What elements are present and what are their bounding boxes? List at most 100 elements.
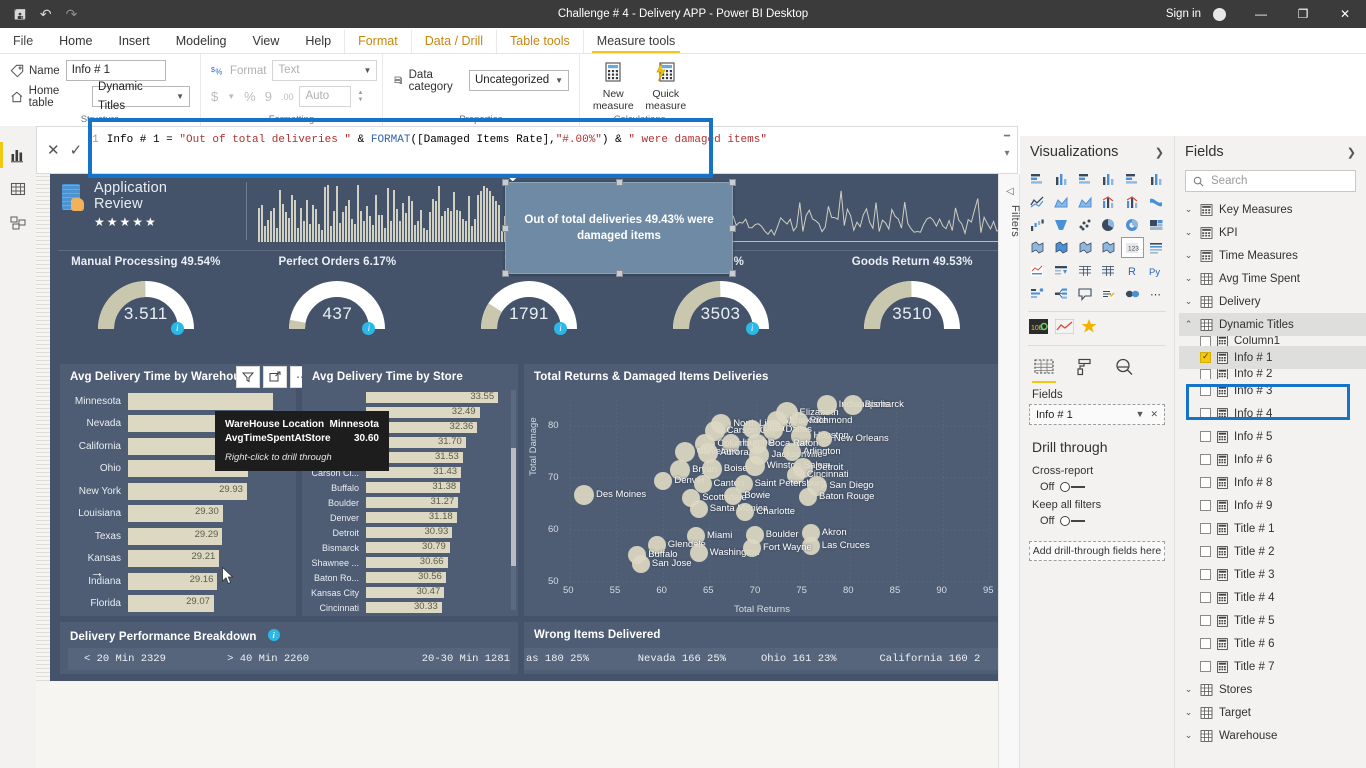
chevron-down-icon[interactable]: ⌄ (1183, 227, 1194, 238)
donut-chart-icon[interactable] (1121, 214, 1145, 235)
fields-table-key-measures[interactable]: ⌄Key Measures (1179, 198, 1366, 221)
info-icon[interactable]: i (554, 322, 567, 335)
filled-map-icon[interactable] (1050, 237, 1074, 258)
python-visual-icon[interactable]: Py (1144, 260, 1168, 281)
stacked-area-chart-icon[interactable] (1073, 191, 1097, 212)
avg-delivery-time-by-store-visual[interactable]: Avg Delivery Time by Store 33.5532.4932.… (302, 364, 518, 616)
application-review-card[interactable]: Application Review ★★★★★ (60, 180, 236, 242)
stacked-bar-chart-icon[interactable] (1026, 168, 1050, 189)
focus-mode-icon[interactable] (263, 366, 287, 388)
tab-help[interactable]: Help (292, 30, 344, 53)
table-row[interactable]: Buffalo31.38 (310, 480, 506, 495)
tab-insert[interactable]: Insert (106, 30, 163, 53)
wrong-items-delivered-visual[interactable]: Wrong Items Delivered as 180 25%Nevada 1… (524, 622, 1000, 674)
table-row[interactable]: Texas29.29 (68, 525, 288, 548)
scatter-point[interactable] (574, 485, 594, 505)
table-row[interactable]: Denver31.18 (310, 510, 506, 525)
redo-icon[interactable]: ↷ (66, 7, 78, 21)
field-checkbox[interactable] (1200, 638, 1211, 649)
filters-pane-collapsed[interactable]: ◁ Filters (998, 174, 1020, 768)
scatter-chart-icon[interactable] (1073, 214, 1097, 235)
field-checkbox[interactable] (1200, 408, 1211, 419)
formula-input[interactable]: 1Info # 1 = "Out of total deliveries " &… (92, 127, 997, 173)
store-scrollbar-thumb[interactable] (511, 448, 516, 566)
field-checkbox[interactable] (1200, 454, 1211, 465)
percent-format-button[interactable]: % (244, 89, 256, 104)
line-clustered-column-chart-icon[interactable] (1121, 191, 1145, 212)
map-visual-icon[interactable] (1026, 237, 1050, 258)
shape-map-icon[interactable] (1073, 237, 1097, 258)
field-checkbox[interactable] (1200, 352, 1211, 363)
scatter-point[interactable] (690, 500, 708, 518)
table-row[interactable]: Boulder31.27 (310, 495, 506, 510)
sign-in-button[interactable]: Sign in (1160, 8, 1207, 20)
100-stacked-column-chart-icon[interactable] (1144, 168, 1168, 189)
table-row[interactable]: Bismarck30.79 (310, 540, 506, 555)
decomposition-tree-icon[interactable] (1050, 283, 1074, 304)
field-checkbox[interactable] (1200, 500, 1211, 511)
spinner-icon[interactable]: ▲▼ (357, 90, 363, 104)
tab-format[interactable] (1072, 355, 1096, 379)
funnel-chart-icon[interactable] (1050, 214, 1074, 235)
field-checkbox[interactable] (1200, 615, 1211, 626)
multi-row-card-icon[interactable] (1144, 237, 1168, 258)
tab-view[interactable]: View (240, 30, 293, 53)
field-checkbox[interactable] (1200, 546, 1211, 557)
undo-icon[interactable]: ↶ (40, 7, 52, 21)
table-row[interactable]: Cincinnati30.33 (310, 600, 506, 615)
close-button[interactable]: ✕ (1324, 0, 1366, 28)
chevron-left-icon[interactable]: ◁ (999, 186, 1021, 197)
table-row[interactable]: Detroit30.93 (310, 525, 506, 540)
field-item[interactable]: Title # 5 (1179, 609, 1366, 632)
table-row[interactable]: Florida29.07 (68, 593, 288, 616)
field-item[interactable]: Info # 8 (1179, 471, 1366, 494)
chevron-up-icon[interactable]: ⌃ (1183, 319, 1194, 330)
field-item[interactable]: Info # 5 (1179, 425, 1366, 448)
info-icon[interactable]: i (746, 322, 759, 335)
more-visuals-icon[interactable]: ⋯ (1144, 283, 1168, 304)
kpi-custom-visual-icon[interactable]: 100 (1029, 319, 1048, 337)
sidebar-item-report-view[interactable] (0, 138, 36, 172)
field-item[interactable]: Title # 2 (1179, 540, 1366, 563)
field-item[interactable]: Title # 6 (1179, 632, 1366, 655)
field-item[interactable]: Info # 6 (1179, 448, 1366, 471)
stacked-column-chart-icon[interactable] (1050, 168, 1074, 189)
report-page[interactable]: Application Review ★★★★★ Manual Processi… (50, 174, 1008, 681)
scatter-point[interactable] (817, 395, 837, 415)
tab-home[interactable]: Home (46, 30, 105, 53)
field-checkbox[interactable] (1200, 385, 1211, 396)
field-checkbox[interactable] (1200, 523, 1211, 534)
search-input[interactable]: Search (1185, 170, 1356, 192)
field-checkbox[interactable] (1200, 336, 1211, 346)
kpi-visual-icon[interactable] (1026, 260, 1050, 281)
clustered-column-chart-icon[interactable] (1097, 168, 1121, 189)
formula-bar[interactable]: ✕ ✓ 1Info # 1 = "Out of total deliveries… (36, 126, 1018, 174)
sidebar-item-model-view[interactable] (0, 206, 36, 240)
chevron-down-icon[interactable]: ⌄ (1183, 204, 1194, 215)
tab-file[interactable]: File (0, 30, 46, 53)
fields-table-kpi[interactable]: ⌄KPI (1179, 221, 1366, 244)
line-stacked-column-chart-icon[interactable] (1097, 191, 1121, 212)
tooltip-visual[interactable]: Out of total deliveries 49.43% were dama… (505, 182, 733, 274)
table-row[interactable]: New York29.93 (68, 480, 288, 503)
cross-report-toggle[interactable]: Off (1020, 477, 1174, 493)
breakdown-cell[interactable]: > 40 Min 2260 (227, 653, 421, 665)
total-returns-damaged-items-visual[interactable]: Total Returns & Damaged Items Deliveries… (524, 364, 1000, 616)
slicer-visual-icon[interactable] (1050, 260, 1074, 281)
field-checkbox[interactable] (1200, 592, 1211, 603)
chevron-down-icon[interactable]: ▼ (227, 92, 235, 101)
arcgis-map-icon[interactable] (1097, 237, 1121, 258)
tab-analytics[interactable] (1112, 355, 1136, 379)
chevron-right-icon[interactable]: ❯ (1155, 146, 1164, 159)
thousands-format-button[interactable]: 9 (265, 89, 272, 104)
table-row[interactable]: 33.55 (310, 390, 506, 405)
card-visual-icon[interactable]: 123 (1121, 237, 1145, 258)
fields-table-warehouse[interactable]: ⌄Warehouse (1179, 724, 1366, 747)
scatter-point[interactable] (632, 555, 650, 573)
chevron-right-icon[interactable]: ❯ (1347, 146, 1356, 159)
fields-table-dynamic-titles[interactable]: ⌃Dynamic Titles (1179, 313, 1366, 336)
field-item[interactable]: Info # 9 (1179, 494, 1366, 517)
chevron-down-icon[interactable]: ⌄ (1183, 730, 1194, 741)
pie-chart-icon[interactable] (1097, 214, 1121, 235)
table-row[interactable]: Kansas City30.47 (310, 585, 506, 600)
